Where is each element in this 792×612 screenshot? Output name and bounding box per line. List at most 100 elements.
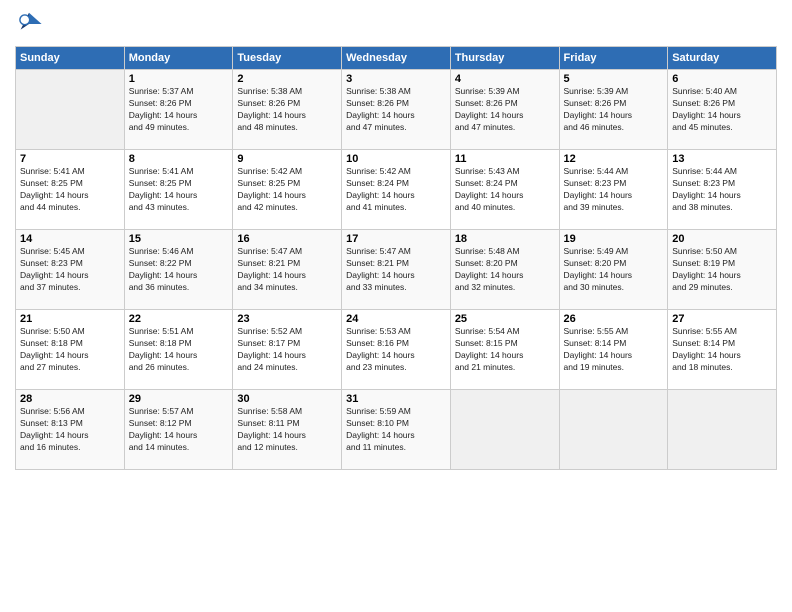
week-row-1: 1Sunrise: 5:37 AMSunset: 8:26 PMDaylight… <box>16 70 777 150</box>
calendar-cell <box>559 390 668 470</box>
cell-date: 3 <box>346 73 446 85</box>
calendar-cell: 5Sunrise: 5:39 AMSunset: 8:26 PMDaylight… <box>559 70 668 150</box>
cell-date: 7 <box>20 153 120 165</box>
calendar-cell: 1Sunrise: 5:37 AMSunset: 8:26 PMDaylight… <box>124 70 233 150</box>
cell-info: Sunrise: 5:56 AMSunset: 8:13 PMDaylight:… <box>20 406 120 454</box>
cell-date: 18 <box>455 233 555 245</box>
week-row-2: 7Sunrise: 5:41 AMSunset: 8:25 PMDaylight… <box>16 150 777 230</box>
cell-date: 25 <box>455 313 555 325</box>
cell-date: 6 <box>672 73 772 85</box>
cell-info: Sunrise: 5:38 AMSunset: 8:26 PMDaylight:… <box>346 86 446 134</box>
cell-info: Sunrise: 5:48 AMSunset: 8:20 PMDaylight:… <box>455 246 555 294</box>
cell-date: 16 <box>237 233 337 245</box>
cell-date: 19 <box>564 233 664 245</box>
cell-info: Sunrise: 5:46 AMSunset: 8:22 PMDaylight:… <box>129 246 229 294</box>
calendar-table: SundayMondayTuesdayWednesdayThursdayFrid… <box>15 46 777 470</box>
cell-info: Sunrise: 5:59 AMSunset: 8:10 PMDaylight:… <box>346 406 446 454</box>
cell-info: Sunrise: 5:37 AMSunset: 8:26 PMDaylight:… <box>129 86 229 134</box>
cell-date: 15 <box>129 233 229 245</box>
calendar-cell: 25Sunrise: 5:54 AMSunset: 8:15 PMDayligh… <box>450 310 559 390</box>
cell-date: 9 <box>237 153 337 165</box>
header-cell-sunday: Sunday <box>16 47 125 70</box>
week-row-4: 21Sunrise: 5:50 AMSunset: 8:18 PMDayligh… <box>16 310 777 390</box>
cell-info: Sunrise: 5:58 AMSunset: 8:11 PMDaylight:… <box>237 406 337 454</box>
calendar-cell: 4Sunrise: 5:39 AMSunset: 8:26 PMDaylight… <box>450 70 559 150</box>
cell-date: 8 <box>129 153 229 165</box>
header-cell-thursday: Thursday <box>450 47 559 70</box>
header-cell-saturday: Saturday <box>668 47 777 70</box>
calendar-cell: 6Sunrise: 5:40 AMSunset: 8:26 PMDaylight… <box>668 70 777 150</box>
calendar-cell: 10Sunrise: 5:42 AMSunset: 8:24 PMDayligh… <box>342 150 451 230</box>
cell-date: 20 <box>672 233 772 245</box>
cell-date: 11 <box>455 153 555 165</box>
calendar-cell: 19Sunrise: 5:49 AMSunset: 8:20 PMDayligh… <box>559 230 668 310</box>
cell-date: 13 <box>672 153 772 165</box>
calendar-cell: 22Sunrise: 5:51 AMSunset: 8:18 PMDayligh… <box>124 310 233 390</box>
calendar-cell: 12Sunrise: 5:44 AMSunset: 8:23 PMDayligh… <box>559 150 668 230</box>
calendar-cell: 16Sunrise: 5:47 AMSunset: 8:21 PMDayligh… <box>233 230 342 310</box>
cell-info: Sunrise: 5:53 AMSunset: 8:16 PMDaylight:… <box>346 326 446 374</box>
cell-date: 4 <box>455 73 555 85</box>
cell-date: 10 <box>346 153 446 165</box>
header-cell-tuesday: Tuesday <box>233 47 342 70</box>
cell-info: Sunrise: 5:57 AMSunset: 8:12 PMDaylight:… <box>129 406 229 454</box>
header-cell-monday: Monday <box>124 47 233 70</box>
calendar-cell: 13Sunrise: 5:44 AMSunset: 8:23 PMDayligh… <box>668 150 777 230</box>
calendar-cell: 8Sunrise: 5:41 AMSunset: 8:25 PMDaylight… <box>124 150 233 230</box>
cell-info: Sunrise: 5:40 AMSunset: 8:26 PMDaylight:… <box>672 86 772 134</box>
calendar-cell: 23Sunrise: 5:52 AMSunset: 8:17 PMDayligh… <box>233 310 342 390</box>
cell-date: 27 <box>672 313 772 325</box>
calendar-cell: 27Sunrise: 5:55 AMSunset: 8:14 PMDayligh… <box>668 310 777 390</box>
cell-info: Sunrise: 5:41 AMSunset: 8:25 PMDaylight:… <box>129 166 229 214</box>
calendar-cell: 14Sunrise: 5:45 AMSunset: 8:23 PMDayligh… <box>16 230 125 310</box>
cell-info: Sunrise: 5:43 AMSunset: 8:24 PMDaylight:… <box>455 166 555 214</box>
week-row-5: 28Sunrise: 5:56 AMSunset: 8:13 PMDayligh… <box>16 390 777 470</box>
cell-date: 26 <box>564 313 664 325</box>
cell-date: 17 <box>346 233 446 245</box>
calendar-cell <box>450 390 559 470</box>
calendar-cell: 31Sunrise: 5:59 AMSunset: 8:10 PMDayligh… <box>342 390 451 470</box>
cell-date: 5 <box>564 73 664 85</box>
cell-info: Sunrise: 5:41 AMSunset: 8:25 PMDaylight:… <box>20 166 120 214</box>
cell-info: Sunrise: 5:49 AMSunset: 8:20 PMDaylight:… <box>564 246 664 294</box>
calendar-cell: 30Sunrise: 5:58 AMSunset: 8:11 PMDayligh… <box>233 390 342 470</box>
calendar-cell: 15Sunrise: 5:46 AMSunset: 8:22 PMDayligh… <box>124 230 233 310</box>
calendar-cell: 11Sunrise: 5:43 AMSunset: 8:24 PMDayligh… <box>450 150 559 230</box>
cell-info: Sunrise: 5:55 AMSunset: 8:14 PMDaylight:… <box>564 326 664 374</box>
cell-date: 31 <box>346 393 446 405</box>
calendar-header-row: SundayMondayTuesdayWednesdayThursdayFrid… <box>16 47 777 70</box>
cell-date: 2 <box>237 73 337 85</box>
cell-info: Sunrise: 5:47 AMSunset: 8:21 PMDaylight:… <box>346 246 446 294</box>
calendar-cell: 3Sunrise: 5:38 AMSunset: 8:26 PMDaylight… <box>342 70 451 150</box>
cell-info: Sunrise: 5:45 AMSunset: 8:23 PMDaylight:… <box>20 246 120 294</box>
calendar-cell: 17Sunrise: 5:47 AMSunset: 8:21 PMDayligh… <box>342 230 451 310</box>
cell-date: 24 <box>346 313 446 325</box>
cell-date: 23 <box>237 313 337 325</box>
cell-info: Sunrise: 5:51 AMSunset: 8:18 PMDaylight:… <box>129 326 229 374</box>
cell-info: Sunrise: 5:42 AMSunset: 8:25 PMDaylight:… <box>237 166 337 214</box>
cell-date: 29 <box>129 393 229 405</box>
cell-date: 14 <box>20 233 120 245</box>
cell-date: 22 <box>129 313 229 325</box>
calendar-cell <box>16 70 125 150</box>
calendar-cell: 24Sunrise: 5:53 AMSunset: 8:16 PMDayligh… <box>342 310 451 390</box>
cell-date: 12 <box>564 153 664 165</box>
cell-info: Sunrise: 5:38 AMSunset: 8:26 PMDaylight:… <box>237 86 337 134</box>
calendar-cell: 9Sunrise: 5:42 AMSunset: 8:25 PMDaylight… <box>233 150 342 230</box>
cell-info: Sunrise: 5:55 AMSunset: 8:14 PMDaylight:… <box>672 326 772 374</box>
logo <box>15 10 47 38</box>
cell-info: Sunrise: 5:54 AMSunset: 8:15 PMDaylight:… <box>455 326 555 374</box>
cell-info: Sunrise: 5:50 AMSunset: 8:18 PMDaylight:… <box>20 326 120 374</box>
header-cell-wednesday: Wednesday <box>342 47 451 70</box>
calendar-cell: 26Sunrise: 5:55 AMSunset: 8:14 PMDayligh… <box>559 310 668 390</box>
calendar-body: 1Sunrise: 5:37 AMSunset: 8:26 PMDaylight… <box>16 70 777 470</box>
cell-date: 30 <box>237 393 337 405</box>
calendar-cell: 2Sunrise: 5:38 AMSunset: 8:26 PMDaylight… <box>233 70 342 150</box>
cell-info: Sunrise: 5:39 AMSunset: 8:26 PMDaylight:… <box>455 86 555 134</box>
page-header <box>15 10 777 38</box>
cell-info: Sunrise: 5:42 AMSunset: 8:24 PMDaylight:… <box>346 166 446 214</box>
cell-date: 1 <box>129 73 229 85</box>
logo-icon <box>15 10 43 38</box>
cell-info: Sunrise: 5:44 AMSunset: 8:23 PMDaylight:… <box>672 166 772 214</box>
calendar-cell: 20Sunrise: 5:50 AMSunset: 8:19 PMDayligh… <box>668 230 777 310</box>
